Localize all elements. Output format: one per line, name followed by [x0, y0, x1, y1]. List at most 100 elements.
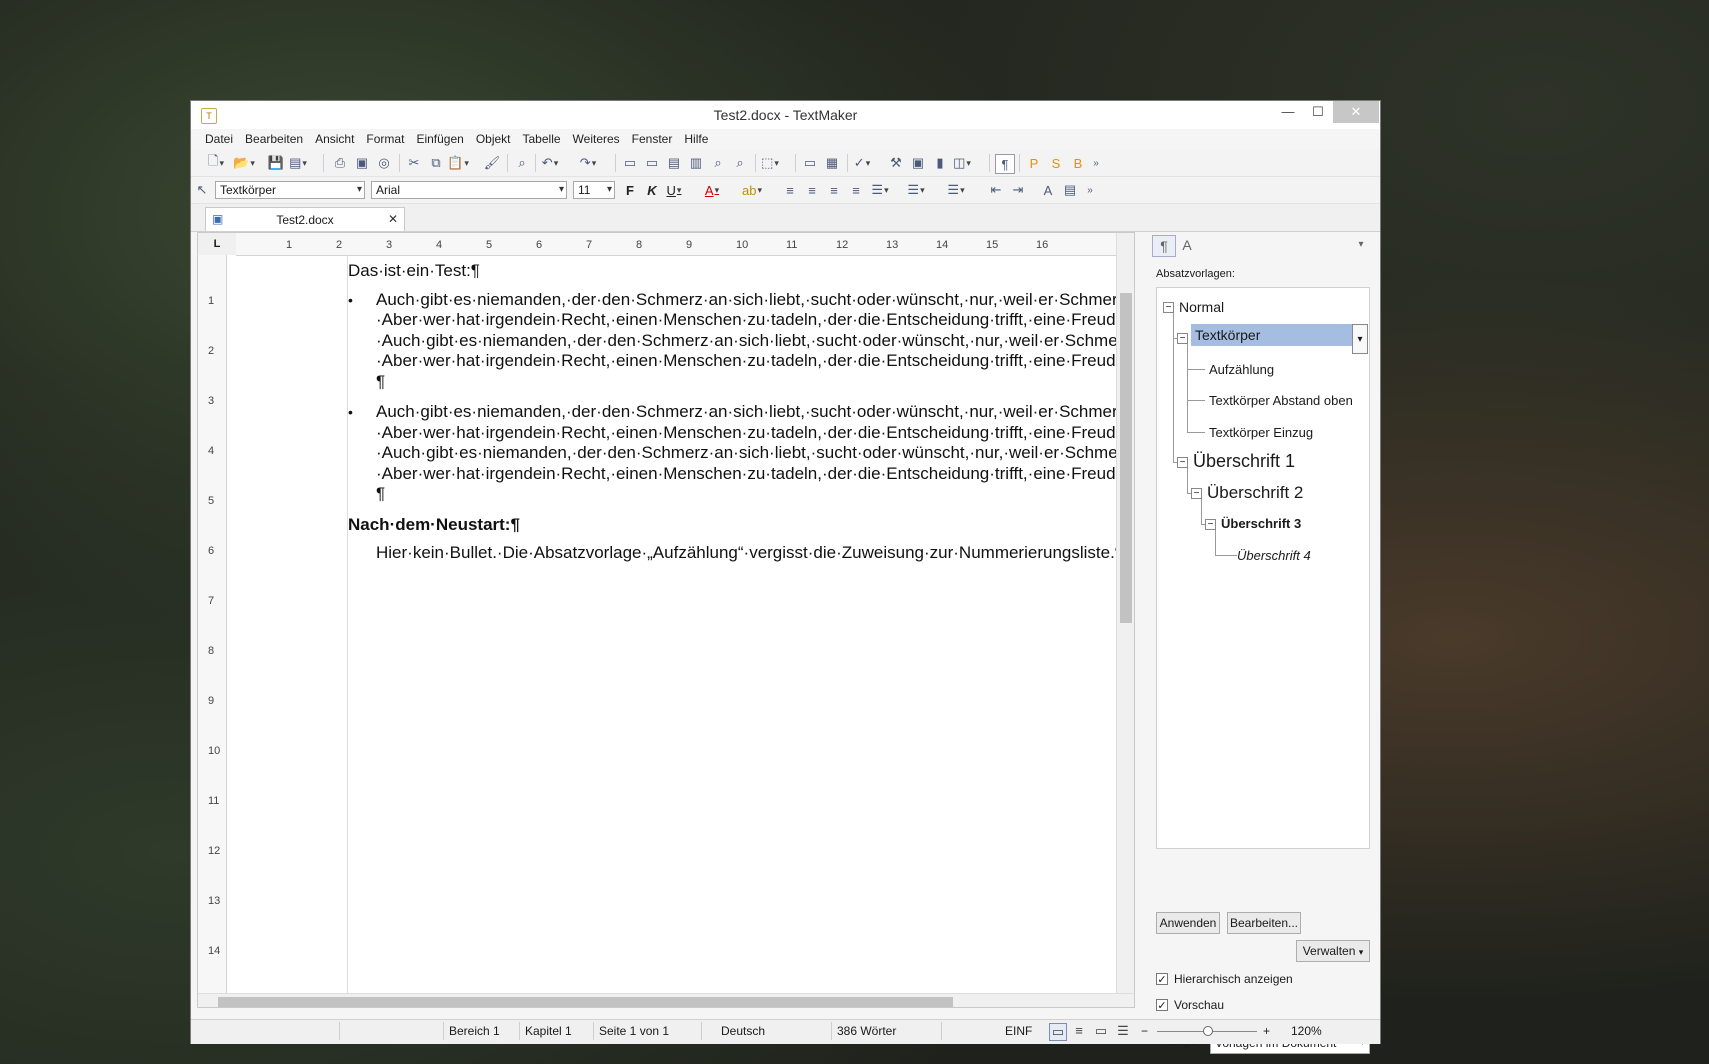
planmaker-icon[interactable]: S — [1047, 154, 1065, 172]
copy-icon[interactable]: ⧉ — [427, 154, 445, 172]
minimize-button[interactable]: — — [1273, 101, 1303, 123]
close-button[interactable]: ✕ — [1333, 101, 1379, 123]
frame-icon[interactable]: ⬚ — [761, 154, 779, 172]
zoom-icon[interactable]: ⌕ — [709, 154, 727, 172]
hierarchical-checkbox-row[interactable]: ✓ Hierarchisch anzeigen — [1156, 972, 1293, 986]
vertical-scrollbar[interactable] — [1116, 233, 1134, 993]
header-view-icon[interactable]: ▭ — [643, 154, 661, 172]
edit-style-button[interactable]: Bearbeiten... — [1227, 912, 1301, 934]
zoom-level[interactable]: 120% — [1291, 1024, 1322, 1038]
redo-icon[interactable]: ↷ — [579, 154, 597, 172]
collapse-normal-icon[interactable]: − — [1163, 302, 1174, 313]
align-left-icon[interactable]: ≡ — [781, 181, 799, 199]
justify-icon[interactable]: ≡ — [847, 181, 865, 199]
italic-icon[interactable]: K — [643, 181, 661, 199]
menu-tabelle[interactable]: Tabelle — [517, 129, 567, 149]
new-document-icon[interactable]: 🗋 — [207, 153, 225, 172]
master-page-icon[interactable]: ▥ — [687, 154, 705, 172]
hierarchical-checkbox[interactable]: ✓ — [1156, 973, 1168, 986]
zoom-out-icon[interactable]: ⌕ — [731, 154, 749, 172]
collapse-textkoerper-icon[interactable]: − — [1177, 333, 1188, 344]
align-center-icon[interactable]: ≡ — [803, 181, 821, 199]
numbering-icon[interactable]: ☰ — [907, 181, 925, 199]
style-textkoerper-abstand-oben[interactable]: Textkörper Abstand oben — [1209, 393, 1353, 408]
document-editor[interactable]: L 1 2 3 4 5 6 7 8 9 10 11 12 13 14 15 16… — [197, 232, 1135, 1008]
insert-table-icon[interactable]: ▦ — [823, 154, 841, 172]
vertical-scroll-thumb[interactable] — [1120, 293, 1132, 623]
status-sprache[interactable]: Deutsch — [721, 1024, 765, 1038]
menu-fenster[interactable]: Fenster — [626, 129, 679, 149]
style-normal[interactable]: Normal — [1179, 299, 1224, 315]
style-options-dropdown[interactable]: ▾ — [1352, 324, 1368, 354]
bullets-icon[interactable]: ☰ — [871, 181, 889, 199]
font-color-icon[interactable]: A — [703, 181, 721, 199]
continuous-view-icon[interactable]: ≡ — [1071, 1023, 1087, 1039]
format-painter-icon[interactable]: 🖌 — [483, 154, 501, 172]
tab-test2-docx[interactable]: ▣ Test2.docx ✕ — [205, 207, 405, 231]
zoom-out-button[interactable]: − — [1141, 1024, 1148, 1038]
clipboard-icon[interactable]: ▣ — [909, 154, 927, 172]
cut-icon[interactable]: ✂ — [405, 154, 423, 172]
collapse-h2-icon[interactable]: − — [1191, 488, 1202, 499]
menu-datei[interactable]: Datei — [191, 129, 239, 149]
horizontal-ruler[interactable]: 1 2 3 4 5 6 7 8 9 10 11 12 13 14 15 16 — [236, 233, 1116, 256]
increase-indent-icon[interactable]: ⇥ — [1009, 181, 1027, 199]
style-ueberschrift-2[interactable]: Überschrift 2 — [1207, 483, 1303, 503]
character-format-icon[interactable]: A — [1039, 181, 1057, 199]
bold-icon[interactable]: F — [621, 181, 639, 199]
toolbox-icon[interactable]: ⚒ — [887, 154, 905, 172]
insert-shape-icon[interactable]: ◫ — [953, 154, 971, 172]
menu-hilfe[interactable]: Hilfe — [678, 129, 714, 149]
zoom-slider-knob[interactable] — [1203, 1026, 1213, 1036]
print-preview-icon[interactable]: ◎ — [375, 154, 393, 172]
menu-weiteres[interactable]: Weiteres — [567, 129, 626, 149]
document-page[interactable]: Das·ist·ein·Test:¶ • Auch·gibt·es·nieman… — [348, 261, 1118, 1001]
page-view-status-icon[interactable]: ▭ — [1049, 1023, 1067, 1041]
outline-view-status-icon[interactable]: ☰ — [1115, 1023, 1131, 1039]
highlight-color-icon[interactable]: ab — [742, 181, 761, 199]
tab-stop-selector[interactable]: L — [198, 233, 237, 255]
outline-list-icon[interactable]: ☰ — [947, 181, 965, 199]
style-tree[interactable]: − Normal − Textkörper ▾ Aufzählung Textk… — [1156, 287, 1370, 849]
style-textkoerper[interactable]: Textkörper — [1191, 324, 1355, 346]
insert-object-icon[interactable]: ▭ — [801, 154, 819, 172]
highlight-frame-icon[interactable]: ▮ — [931, 154, 949, 172]
preview-checkbox[interactable]: ✓ — [1156, 999, 1168, 1012]
paragraph-format-icon[interactable]: ▤ — [1061, 181, 1079, 199]
manage-button[interactable]: Verwalten ▾ — [1296, 940, 1370, 962]
paragraph-styles-tab-icon[interactable]: ¶ — [1152, 235, 1176, 257]
menu-bearbeiten[interactable]: Bearbeiten — [239, 129, 309, 149]
apply-button[interactable]: Anwenden — [1156, 912, 1220, 934]
align-right-icon[interactable]: ≡ — [825, 181, 843, 199]
spellcheck-icon[interactable]: ✓ — [853, 154, 871, 172]
collapse-h1-icon[interactable]: − — [1177, 457, 1188, 468]
save-all-icon[interactable]: ▤ — [289, 154, 307, 172]
toolbar-overflow-icon[interactable]: » — [1081, 181, 1099, 199]
export-pdf-icon[interactable]: ▣ — [353, 154, 371, 172]
vertical-ruler[interactable]: 1 2 3 4 5 6 7 8 9 10 11 12 13 14 15 — [198, 255, 227, 1007]
menu-objekt[interactable]: Objekt — [470, 129, 517, 149]
style-aufzaehlung[interactable]: Aufzählung — [1209, 362, 1274, 377]
style-textkoerper-einzug[interactable]: Textkörper Einzug — [1209, 425, 1313, 440]
pilcrow-icon[interactable]: ¶ — [995, 154, 1015, 174]
sidebar-menu-icon[interactable]: ▾ — [1350, 235, 1372, 255]
menu-ansicht[interactable]: Ansicht — [309, 129, 360, 149]
zoom-in-button[interactable]: + — [1263, 1024, 1270, 1038]
save-icon[interactable]: 💾 — [267, 154, 285, 172]
paragraph-style-select[interactable]: Textkörper ▾ — [215, 181, 365, 199]
style-ueberschrift-3[interactable]: Überschrift 3 — [1221, 516, 1301, 531]
horizontal-scrollbar[interactable] — [198, 993, 1134, 1007]
collapse-h3-icon[interactable]: − — [1205, 519, 1216, 530]
maximize-button[interactable]: ☐ — [1303, 101, 1333, 123]
font-size-select[interactable]: 11 ▾ — [573, 181, 615, 199]
preview-checkbox-row[interactable]: ✓ Vorschau — [1156, 998, 1224, 1012]
page-view-icon[interactable]: ▭ — [621, 154, 639, 172]
status-insert-mode[interactable]: EINF — [1005, 1024, 1032, 1038]
undo-icon[interactable]: ↶ — [541, 154, 559, 172]
print-icon[interactable]: ⎙ — [331, 154, 349, 172]
paste-icon[interactable]: 📋 — [447, 154, 467, 172]
menu-einfuegen[interactable]: Einfügen — [410, 129, 469, 149]
pointer-icon[interactable]: ↖ — [193, 181, 211, 199]
open-folder-icon[interactable]: 📂 — [233, 154, 253, 172]
basicmaker-icon[interactable]: B — [1069, 154, 1087, 172]
